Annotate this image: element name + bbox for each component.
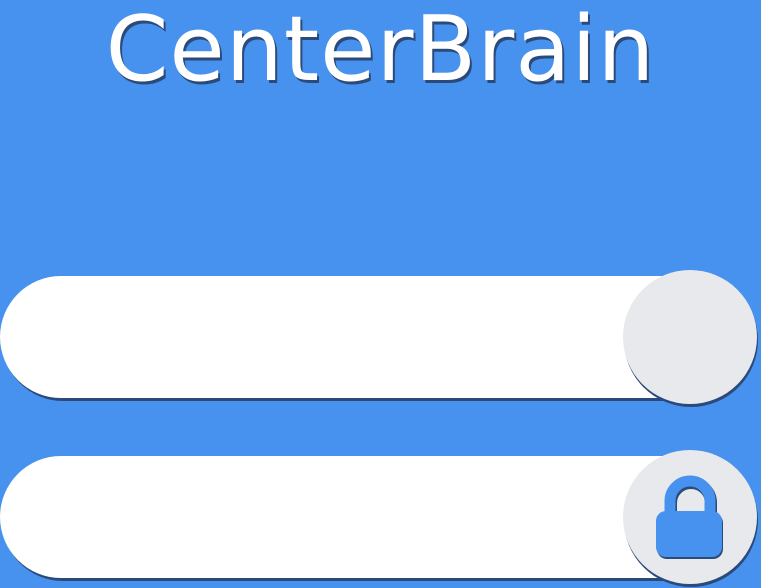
password-row [0, 450, 761, 584]
app-title: CenterBrain [105, 0, 656, 102]
password-knob[interactable] [623, 450, 757, 584]
username-row [0, 270, 761, 404]
login-screen: CenterBrain [0, 0, 761, 588]
lock-icon [656, 475, 723, 559]
username-knob [623, 270, 757, 404]
